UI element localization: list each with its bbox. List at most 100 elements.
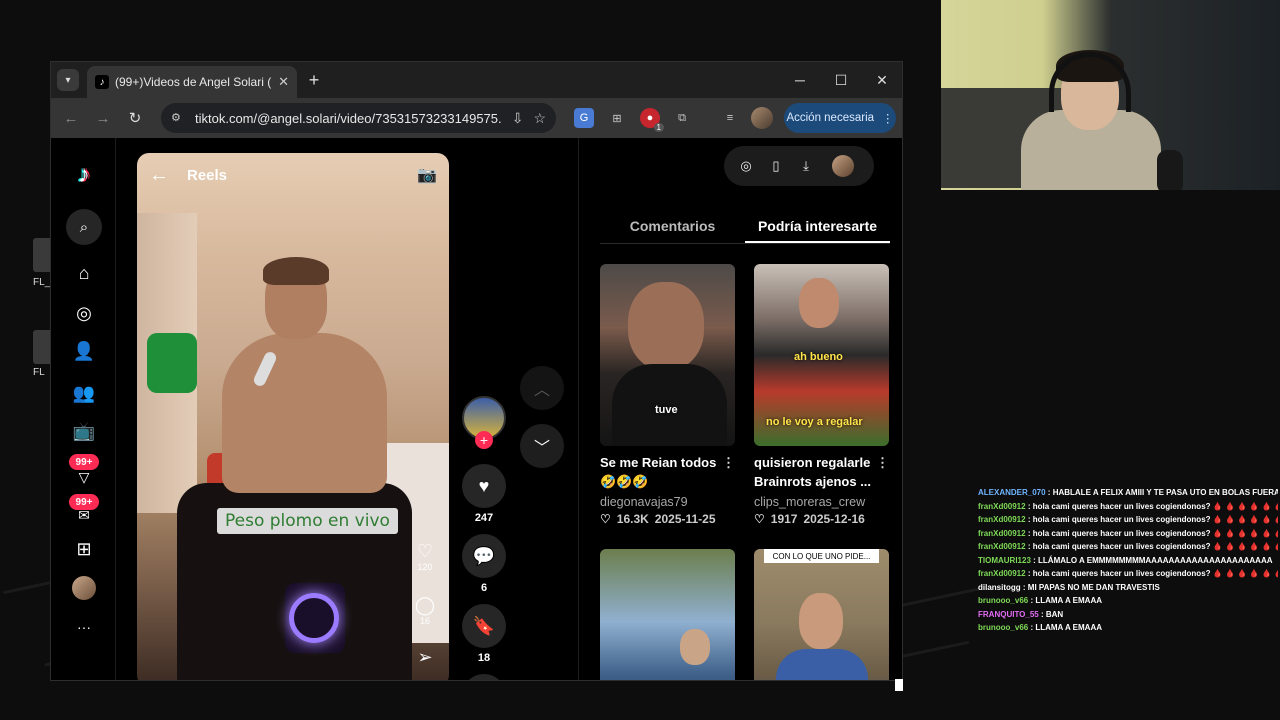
- close-tab-icon[interactable]: ✕: [278, 74, 289, 90]
- chat-username: dilansitogg: [978, 582, 1021, 592]
- phone-icon[interactable]: ▯: [766, 158, 786, 174]
- site-info-icon[interactable]: ⚙: [171, 111, 185, 125]
- puzzle-extensions-icon[interactable]: ⧉: [672, 108, 692, 128]
- tab-search-button[interactable]: ▾: [57, 69, 79, 91]
- more-icon[interactable]: ···: [71, 614, 97, 640]
- download-icon[interactable]: ⤓: [796, 158, 816, 174]
- home-icon[interactable]: ⌂: [71, 260, 97, 286]
- chevron-down-icon: ▾: [65, 74, 71, 86]
- chat-username: ALEXANDER_070: [978, 488, 1046, 497]
- card-meta: ♡ 16.3K 2025-11-25: [600, 512, 735, 526]
- media-control-icon[interactable]: ≡: [720, 108, 740, 128]
- new-tab-button[interactable]: +: [303, 69, 325, 91]
- video-card[interactable]: tuve Se me Reian todos 🤣🤣🤣 ⋮ diegonavaja…: [600, 264, 735, 526]
- video-card[interactable]: ah bueno no le voy a regalar quisieron r…: [754, 264, 889, 526]
- minimize-window-button[interactable]: ─: [788, 68, 812, 92]
- more-options-icon[interactable]: ⋮: [722, 454, 735, 473]
- extension-icon[interactable]: ⊞: [607, 108, 627, 128]
- card-date: 2025-12-16: [803, 512, 865, 526]
- close-window-button[interactable]: ✕: [870, 68, 894, 92]
- translate-extension-icon[interactable]: G: [574, 108, 594, 128]
- tab-title: (99+)Videos de Angel Solari (@: [115, 75, 273, 89]
- inner-like-count: 120: [417, 562, 433, 572]
- address-bar[interactable]: ⚙ tiktok.com/@angel.solari/video/7353157…: [161, 103, 556, 133]
- video-card[interactable]: CON LO QUE UNO PIDE...: [754, 549, 889, 680]
- video-card[interactable]: [600, 549, 735, 680]
- bookmark-icon: 🔖: [472, 615, 496, 636]
- chat-text: : HABLALE A FELIX AMIII Y TE PASA UTO EN…: [1047, 488, 1278, 497]
- send-icon: ➢: [417, 647, 433, 667]
- live-tv-icon[interactable]: 📺: [71, 418, 97, 444]
- video-thumbnail[interactable]: ah bueno no le voy a regalar: [754, 264, 889, 446]
- chevron-down-icon: ﹀: [533, 440, 550, 457]
- share-button[interactable]: [462, 674, 506, 680]
- back-arrow-icon[interactable]: ←: [149, 164, 169, 187]
- user-avatar[interactable]: [832, 155, 854, 177]
- reload-button[interactable]: ↻: [123, 106, 147, 130]
- browser-tab[interactable]: ♪ (99+)Videos de Angel Solari (@ ✕: [87, 66, 297, 98]
- profile-avatar[interactable]: [751, 107, 773, 129]
- inner-comment-count: 16: [419, 616, 430, 626]
- tiktok-logo-icon[interactable]: ♪: [71, 161, 97, 188]
- chat-username: franXd00912: [978, 542, 1026, 551]
- scrollbar-thumb[interactable]: [895, 679, 903, 691]
- card-date: 2025-11-25: [654, 512, 716, 526]
- profile-avatar[interactable]: [72, 576, 96, 600]
- bookmark-star-icon[interactable]: ☆: [533, 110, 546, 127]
- activity-icon[interactable]: ▽: [71, 464, 97, 490]
- following-icon[interactable]: 👤: [71, 338, 97, 364]
- card-author[interactable]: diegonavajas79: [600, 495, 735, 509]
- save-count: 18: [477, 652, 491, 664]
- chat-text: : LLAMA A EMAAA: [1028, 623, 1102, 632]
- video-scene: [147, 333, 197, 393]
- tab-strip: ▾ ♪ (99+)Videos de Angel Solari (@ ✕ + ─…: [51, 62, 902, 98]
- previous-video-button[interactable]: ︿: [520, 366, 564, 410]
- card-title: quisieron regalarle Brainrots ajenos ...…: [754, 454, 889, 492]
- video-thumbnail[interactable]: tuve: [600, 264, 735, 446]
- video-caption: Peso plomo en vivo: [225, 511, 390, 531]
- save-button[interactable]: 🔖: [462, 604, 506, 648]
- follow-plus-icon[interactable]: +: [475, 431, 493, 449]
- action-required-button[interactable]: Acción necesaria ⋮: [784, 103, 896, 133]
- video-thumbnail[interactable]: [600, 549, 735, 680]
- friends-icon[interactable]: 👥: [71, 380, 97, 406]
- comment-button[interactable]: 💬: [462, 534, 506, 578]
- chevron-up-icon: ︿: [533, 382, 550, 399]
- action-required-label: Acción necesaria: [786, 112, 875, 124]
- camera-icon[interactable]: 📷: [417, 165, 437, 185]
- chat-message: franXd00912 : hola cami queres hacer un …: [978, 567, 1278, 581]
- messages-icon[interactable]: ✉: [71, 502, 97, 528]
- heart-icon: ♥: [478, 475, 490, 496]
- adblock-extension-icon[interactable]: ● 1: [640, 108, 664, 132]
- video-thumbnail[interactable]: CON LO QUE UNO PIDE...: [754, 549, 889, 680]
- video-header-title: Reels: [187, 166, 228, 184]
- thumbnail-face: [628, 282, 704, 370]
- chat-text: : hola cami queres hacer un lives cogien…: [1027, 528, 1278, 538]
- speaker-light: [289, 593, 339, 643]
- tab-recommended[interactable]: Podría interesarte: [745, 206, 890, 243]
- explore-compass-icon[interactable]: ◎: [71, 300, 97, 326]
- next-video-button[interactable]: ﹀: [520, 424, 564, 468]
- chat-username: brunooo_v66: [978, 596, 1029, 605]
- panel-tabs: Comentarios Podría interesarte: [600, 206, 890, 244]
- more-options-icon[interactable]: ⋮: [876, 454, 889, 473]
- card-author[interactable]: clips_moreras_crew: [754, 495, 889, 509]
- forward-button[interactable]: →: [91, 106, 115, 130]
- back-button[interactable]: ←: [59, 106, 83, 130]
- browser-toolbar: ← → ↻ ⚙ tiktok.com/@angel.solari/video/7…: [51, 98, 902, 138]
- stream-chat: ALEXANDER_070 : HABLALE A FELIX AMIII Y …: [978, 486, 1278, 720]
- chat-username: brunooo_v66: [978, 623, 1029, 632]
- microphone-icon: [1157, 150, 1183, 190]
- card-title: Se me Reian todos 🤣🤣🤣 ⋮: [600, 454, 735, 492]
- upload-icon[interactable]: ⊞: [71, 536, 97, 562]
- tab-comments[interactable]: Comentarios: [600, 206, 745, 243]
- desktop-icon-label: FL_: [33, 277, 51, 288]
- like-button[interactable]: ♥: [462, 464, 506, 508]
- search-icon[interactable]: ⌕: [66, 209, 102, 245]
- chat-text: : MI PAPAS NO ME DAN TRAVESTIS: [1020, 582, 1160, 592]
- maximize-window-button[interactable]: ☐: [829, 68, 853, 92]
- install-app-icon[interactable]: ⇩: [512, 110, 524, 127]
- compass-icon[interactable]: ◎: [736, 158, 756, 174]
- inner-comment: ◯ 16: [413, 595, 437, 626]
- video-player[interactable]: ← Reels 📷 Peso plomo en vivo ♡ 120 ◯ 16 …: [137, 153, 449, 680]
